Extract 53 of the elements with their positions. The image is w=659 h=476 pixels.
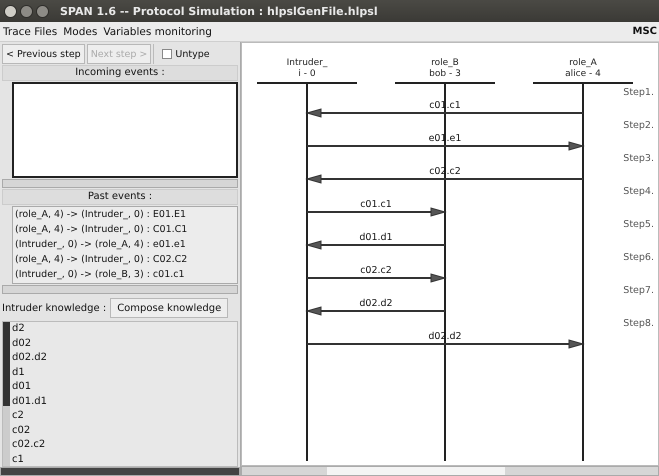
previous-step-button[interactable]: < Previous step [2, 44, 85, 64]
knowledge-item[interactable]: d01 [12, 380, 47, 394]
knowledge-item[interactable]: c02 [12, 424, 47, 438]
section-heading: Incoming events : [2, 65, 238, 81]
horizontal-scrollbar[interactable] [2, 179, 238, 188]
knowledge-item[interactable]: c02.c2 [12, 438, 47, 452]
lifeline-instance: i - 0 [298, 69, 316, 79]
lifeline-name: role_B [431, 58, 459, 68]
horizontal-scrollbar[interactable] [241, 466, 659, 476]
close-button[interactable] [4, 4, 17, 18]
knowledge-item[interactable]: d02 [12, 336, 47, 351]
step-label: Step3. [623, 153, 654, 164]
event-item[interactable]: (Intruder_, 0) -> (role_A, 4) : e01.e1 [15, 237, 237, 252]
menu-item[interactable]: Modes [60, 26, 100, 38]
step-label: Step1. [623, 87, 654, 98]
menu-item[interactable]: Trace Files [0, 26, 60, 38]
knowledge-item[interactable]: c2 [12, 409, 47, 424]
checkbox-label[interactable]: Untype [175, 48, 210, 60]
event-item[interactable]: (role_A, 4) -> (Intruder_, 0) : C02.C2 [15, 252, 237, 267]
horizontal-scrollbar[interactable] [0, 467, 240, 476]
message-label: d02.d2 [359, 298, 393, 309]
knowledge-item[interactable]: d02.d2 [12, 351, 47, 366]
window-title: SPAN 1.6 -- Protocol Simulation : hlpslGenFile.hlpsl [60, 4, 378, 18]
lifeline-instance: bob - 3 [429, 69, 461, 79]
knowledge-item[interactable]: d1 [12, 366, 47, 380]
step-label: Step6. [623, 252, 654, 263]
step-label: Step5. [623, 219, 654, 230]
message-label: c01.c1 [360, 199, 392, 210]
knowledge-item[interactable]: d01.d1 [12, 394, 47, 409]
section-heading: Past events : [2, 189, 238, 205]
lifeline-name: Intruder_ [286, 58, 328, 68]
lifeline-name: role_A [569, 58, 597, 68]
message-label: c02.c2 [360, 265, 392, 276]
step-label: Step8. [623, 318, 654, 329]
lifeline-instance: alice - 4 [565, 69, 601, 79]
vertical-scrollbar[interactable] [3, 322, 10, 466]
event-item[interactable]: (role_A, 4) -> (Intruder_, 0) : C01.C1 [15, 222, 237, 237]
menu-item[interactable]: Variables monitoring [100, 26, 215, 38]
knowledge-label: Intruder knowledge : [2, 302, 106, 314]
event-item[interactable]: (role_A, 4) -> (Intruder_, 0) : E01.E1 [15, 207, 237, 222]
knowledge-item[interactable]: d2 [12, 322, 47, 336]
step-label: Step2. [623, 120, 654, 131]
step-label: Step7. [623, 285, 654, 296]
event-item[interactable]: (Intruder_, 0) -> (role_B, 3) : c01.c1 [15, 267, 237, 282]
tab-label: MSC [632, 26, 658, 37]
maximize-button[interactable] [36, 4, 49, 18]
checkbox[interactable] [162, 49, 172, 59]
knowledge-item[interactable]: c1 [12, 452, 47, 466]
compose-knowledge-button[interactable]: Compose knowledge [110, 298, 228, 318]
minimize-button[interactable] [20, 4, 33, 18]
step-label: Step4. [623, 186, 654, 197]
message-label: d01.d1 [359, 232, 393, 243]
horizontal-scrollbar[interactable] [2, 285, 238, 294]
